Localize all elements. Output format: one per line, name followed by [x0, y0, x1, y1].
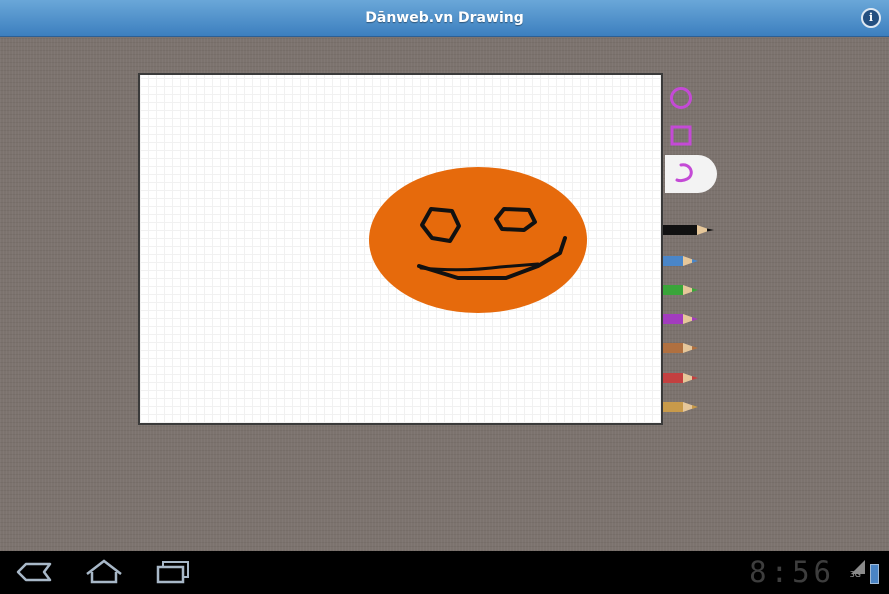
system-nav-bar: 8:56 3G: [0, 551, 889, 594]
orange-face-shape: [369, 167, 587, 313]
green-pencil-icon[interactable]: [663, 282, 701, 298]
red-pencil-icon[interactable]: [663, 370, 701, 386]
back-icon[interactable]: [14, 557, 54, 587]
black-pencil-icon[interactable]: [663, 222, 715, 238]
title-bar: Dānweb.vn Drawing i: [0, 0, 889, 37]
info-button[interactable]: i: [861, 8, 881, 28]
home-icon[interactable]: [84, 557, 124, 587]
rectangle-tool-icon[interactable]: [666, 121, 696, 151]
app-title: Dānweb.vn Drawing: [365, 10, 524, 26]
clock: 8:56: [749, 555, 835, 589]
tan-pencil-icon[interactable]: [663, 399, 701, 415]
brown-pencil-icon[interactable]: [663, 340, 701, 356]
drawing-layer: [369, 167, 587, 313]
freehand-curve-icon: [675, 163, 693, 183]
recent-apps-icon[interactable]: [154, 557, 194, 587]
circle-tool-icon[interactable]: [666, 83, 696, 113]
drawing-canvas[interactable]: [138, 73, 663, 425]
blue-pencil-icon[interactable]: [663, 253, 701, 269]
battery-icon: [870, 564, 879, 584]
purple-pencil-icon[interactable]: [663, 311, 701, 327]
freehand-tool[interactable]: [665, 155, 717, 193]
signal-icon: [851, 560, 865, 574]
